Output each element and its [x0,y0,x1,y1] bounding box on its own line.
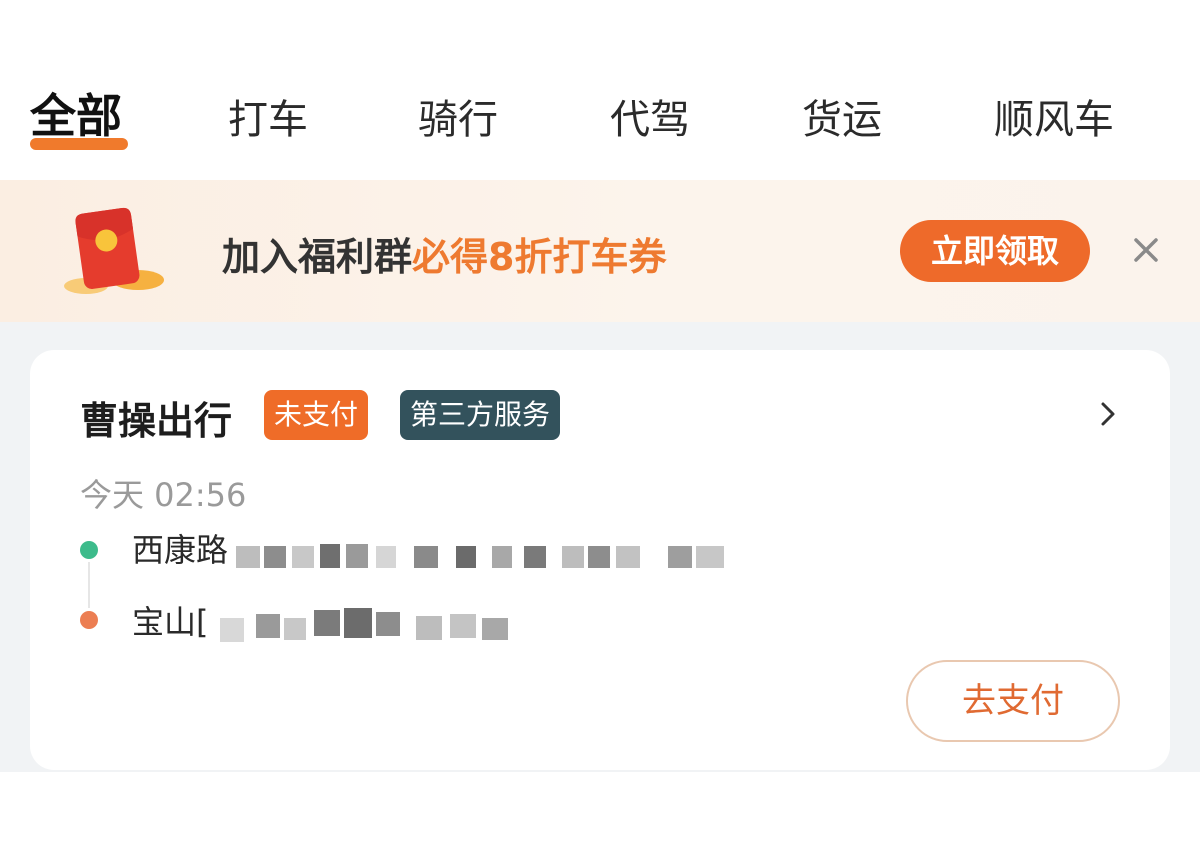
end-address: 宝山[ [132,600,209,644]
start-location-dot [80,541,98,559]
end-address-mosaic [220,608,508,642]
provider-name: 曹操出行 [80,399,233,443]
promo-text-highlight: 必得8折打车券 [412,235,667,279]
unpaid-badge: 未支付 [264,390,369,440]
tab-carpool[interactable]: 顺风车 [994,92,1114,148]
start-address-mosaic [236,544,724,568]
chevron-right-icon[interactable] [1094,396,1122,432]
promo-text: 加入福利群必得8折打车券 [222,226,666,281]
end-address-text: 宝山[ [132,603,209,641]
active-tab-indicator [30,138,128,150]
claim-button[interactable]: 立即领取 [900,220,1090,282]
third-party-badge: 第三方服务 [400,390,561,440]
order-card[interactable]: 曹操出行 未支付 第三方服务 今天 02:56 西康路 宝山[去支付 [30,350,1170,770]
red-envelope-icon [64,207,164,294]
tab-taxi[interactable]: 打车 [228,92,308,148]
pay-button[interactable]: 去支付 [906,660,1120,742]
close-icon[interactable] [1124,228,1168,272]
start-address-text: 西康路 [132,531,229,569]
tab-cycling[interactable]: 骑行 [418,92,498,148]
order-time: 今天 02:56 [80,476,247,514]
tab-freight[interactable]: 货运 [802,92,882,148]
promo-text-prefix: 加入福利群 [222,235,413,279]
tab-all[interactable]: 全部 [30,88,122,144]
start-address: 西康路 [132,528,228,572]
tab-designated-driver[interactable]: 代驾 [610,92,690,148]
end-location-dot [80,611,98,629]
route-connector [88,562,90,608]
promo-banner[interactable]: 加入福利群必得8折打车券 立即领取 [0,180,1200,322]
category-tabs: 全部 打车 骑行 代驾 货运 顺风车 [0,0,1200,180]
